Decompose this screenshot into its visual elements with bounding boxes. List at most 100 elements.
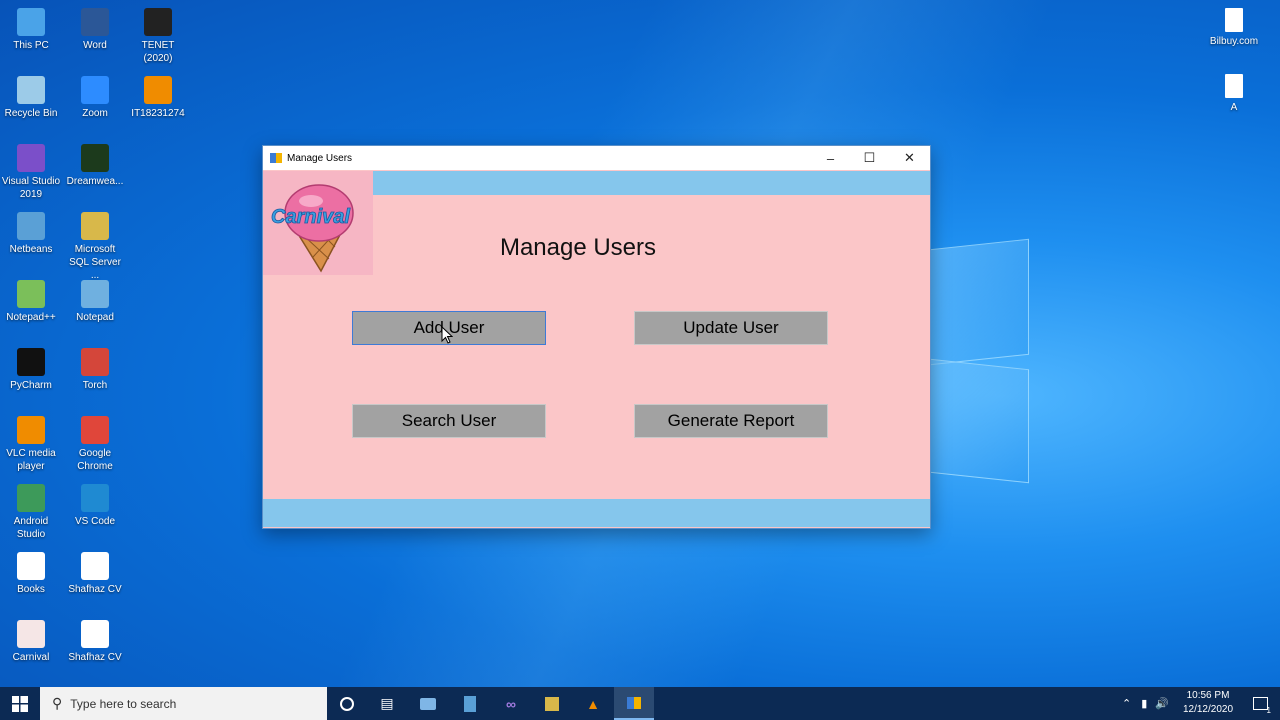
taskbar-app-sql-server[interactable]: [532, 687, 572, 720]
zoom-icon: [81, 76, 109, 104]
window-title: Manage Users: [287, 152, 353, 164]
generate-report-button[interactable]: Generate Report: [634, 404, 828, 438]
desktop-icon[interactable]: Notepad++: [0, 280, 62, 324]
visual-studio-icon: [17, 144, 45, 172]
maximize-button[interactable]: ☐: [850, 146, 889, 170]
taskbar-app-visual-studio[interactable]: ∞: [491, 687, 531, 720]
desktop-icon[interactable]: Word: [64, 8, 126, 52]
video-file-icon: [144, 8, 172, 36]
clock-date: 12/12/2020: [1182, 704, 1234, 715]
desktop-icon[interactable]: Torch: [64, 348, 126, 392]
windows-icon: [12, 695, 28, 712]
taskbar-app-file-explorer[interactable]: [408, 687, 448, 720]
desktop-icon-label: Recycle Bin: [4, 108, 58, 119]
desktop-icon-label: Netbeans: [9, 244, 53, 255]
desktop-icon[interactable]: This PC: [0, 8, 62, 52]
desktop-icon[interactable]: VS Code: [64, 484, 126, 528]
wallpaper-logo-pane-top: [930, 238, 1029, 366]
pdf-icon: [17, 552, 45, 580]
close-button[interactable]: ✕: [890, 146, 929, 170]
wallpaper-logo-pane-bottom: [930, 358, 1029, 484]
taskbar-clock[interactable]: 10:56 PM 12/12/2020: [1178, 689, 1238, 717]
dreamweaver-icon: [81, 144, 109, 172]
desktop-icon-bilbuy[interactable]: Bilbuy.com: [1203, 8, 1265, 48]
desktop-icon-label: Dreamwea...: [66, 176, 124, 187]
update-user-button[interactable]: Update User: [634, 311, 828, 345]
desktop-icon[interactable]: Dreamwea...: [64, 144, 126, 188]
desktop-icon-label: Bilbuy.com: [1209, 36, 1259, 47]
notepad-icon: [81, 280, 109, 308]
clock-time: 10:56 PM: [1186, 690, 1230, 701]
mouse-cursor-icon: [441, 326, 453, 344]
file-icon: [1225, 8, 1243, 32]
explorer-icon: [420, 697, 436, 710]
taskbar-app-manage-users[interactable]: [614, 687, 654, 720]
desktop-icon[interactable]: Recycle Bin: [0, 76, 62, 120]
carnival-icon: [17, 620, 45, 648]
desktop-icon-label: Google Chrome: [77, 448, 113, 472]
carnival-logo: Carnival: [263, 171, 373, 275]
desktop-icon[interactable]: Android Studio: [0, 484, 62, 541]
desktop-icon[interactable]: Visual Studio 2019: [0, 144, 62, 201]
computer-icon: [17, 8, 45, 36]
desktop-icon[interactable]: PyCharm: [0, 348, 62, 392]
sql-server-icon: [545, 696, 559, 711]
battery-icon[interactable]: ▮: [1141, 697, 1147, 710]
desktop-icon[interactable]: Microsoft SQL Server ...: [64, 212, 126, 282]
desktop-icon-label: Zoom: [82, 108, 108, 119]
word-icon: [81, 8, 109, 36]
desktop-icon-label: VLC media player: [6, 448, 56, 472]
desktop-icon[interactable]: TENET (2020): [127, 8, 189, 65]
volume-icon[interactable]: 🔊: [1155, 697, 1169, 710]
notification-center-button[interactable]: 1: [1240, 687, 1280, 720]
recycle-bin-icon: [17, 76, 45, 104]
desktop-icon[interactable]: Books: [0, 552, 62, 596]
desktop-icon-label: This PC: [13, 40, 49, 51]
desktop-icon[interactable]: Netbeans: [0, 212, 62, 256]
desktop-icon[interactable]: Google Chrome: [64, 416, 126, 473]
manage-users-window: Manage Users – ☐ ✕ Carnival Manage Users…: [262, 145, 931, 529]
visual-studio-icon: ∞: [506, 695, 516, 712]
ice-cream-icon: Carnival: [271, 184, 354, 273]
task-view-button[interactable]: ▤: [367, 687, 407, 720]
vlc-icon: ▲: [586, 695, 600, 712]
file-icon: [1225, 74, 1243, 98]
desktop-icon-label: Books: [17, 584, 45, 595]
sql-server-icon: [81, 212, 109, 240]
desktop-icon-label: PyCharm: [10, 380, 52, 391]
desktop-icon[interactable]: Carnival: [0, 620, 62, 664]
desktop-icon-label: Android Studio: [13, 516, 49, 540]
cortana-icon: [340, 696, 354, 711]
cortana-button[interactable]: [327, 687, 367, 720]
desktop-icon-label: Notepad: [76, 312, 114, 323]
minimize-button[interactable]: –: [811, 146, 850, 170]
desktop-icon-label: Shafhaz CV: [68, 584, 122, 595]
android-studio-icon: [17, 484, 45, 512]
desktop-icon[interactable]: Shafhaz CV: [64, 552, 126, 596]
taskbar-app-vlc[interactable]: ▲: [573, 687, 613, 720]
taskbar-app-calculator[interactable]: [450, 687, 490, 720]
desktop-icon[interactable]: Shafhaz CV: [64, 620, 126, 664]
desktop-icon-label: Notepad++: [6, 312, 56, 323]
taskbar-search-box[interactable]: ⚲ Type here to search: [40, 687, 327, 720]
desktop-icon-label: Shafhaz CV: [68, 652, 122, 663]
pycharm-icon: [17, 348, 45, 376]
desktop-icon[interactable]: IT18231274: [127, 76, 189, 120]
vlc-icon: [17, 416, 45, 444]
desktop-icon-a[interactable]: A: [1203, 74, 1265, 114]
vscode-icon: [81, 484, 109, 512]
search-user-button[interactable]: Search User: [352, 404, 546, 438]
vlc-icon: [144, 76, 172, 104]
start-button[interactable]: [0, 687, 40, 720]
chrome-icon: [81, 416, 109, 444]
desktop-icon-label: Torch: [82, 380, 108, 391]
chevron-up-icon[interactable]: ⌃: [1122, 697, 1131, 710]
desktop-icon-label: A: [1230, 102, 1238, 113]
window-titlebar[interactable]: Manage Users – ☐ ✕: [263, 146, 930, 170]
desktop-icon[interactable]: Zoom: [64, 76, 126, 120]
desktop-icon-label: VS Code: [74, 516, 116, 527]
app-icon: [627, 696, 641, 709]
netbeans-icon: [17, 212, 45, 240]
desktop-icon[interactable]: Notepad: [64, 280, 126, 324]
desktop-icon[interactable]: VLC media player: [0, 416, 62, 473]
